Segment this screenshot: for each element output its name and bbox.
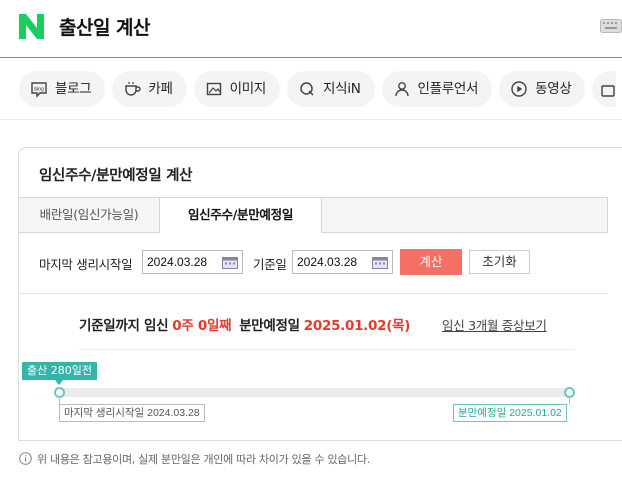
keyboard-icon[interactable] [600, 19, 622, 33]
calculate-button[interactable]: 계산 [400, 249, 462, 275]
chip-knowledge-in[interactable]: 지식iN [287, 71, 375, 107]
search-category-chips: blog 블로그 카페 이미지 지식iN 인플루언서 동영상 [19, 71, 617, 107]
form-divider [19, 293, 608, 294]
disclaimer-note: 위 내용은 참고용이며, 실제 분만일은 개인에 따라 차이가 있을 수 있습니… [19, 451, 370, 467]
lmp-date-input[interactable]: 2024.03.28 [142, 250, 243, 274]
due-date-value: 2025.01.02(목) [303, 318, 411, 334]
tab-bar-filler [321, 198, 608, 233]
due-date-calculator-card: 임신주수/분만예정일 계산 배란일(임신가능일) 임신주수/분만예정일 마지막 … [18, 147, 622, 441]
calendar-icon[interactable] [222, 256, 238, 269]
base-date-value: 2024.03.28 [297, 255, 358, 269]
play-icon [511, 81, 527, 97]
symptoms-link[interactable]: 임신 3개월 증상보기 [442, 315, 547, 334]
chip-label: 동영상 [535, 81, 572, 97]
chip-label: 이미지 [229, 81, 267, 97]
result-divider [79, 349, 574, 350]
end-tick [569, 397, 570, 405]
shopping-bag-icon [601, 85, 616, 97]
knowledge-q-icon [300, 82, 314, 96]
search-header: 출산일 계산 [0, 0, 622, 58]
page-title: 출산일 계산 [59, 17, 151, 39]
due-date-tag: 분만예정일 2025.01.02 [453, 404, 567, 422]
base-date-input[interactable]: 2024.03.28 [292, 250, 393, 274]
chip-label: 카페 [148, 81, 173, 97]
info-icon [19, 452, 32, 465]
svg-text:blog: blog [34, 87, 44, 93]
chip-influencer[interactable]: 인플루언서 [381, 71, 493, 107]
lmp-label: 마지막 생리시작일 [39, 257, 133, 272]
calculator-tabs: 배란일(임신가능일) 임신주수/분만예정일 [19, 197, 608, 233]
chip-more-partial[interactable] [592, 71, 617, 107]
calculator-title: 임신주수/분만예정일 계산 [39, 168, 193, 184]
naver-logo-icon[interactable] [19, 14, 44, 39]
chip-label: 인플루언서 [417, 81, 479, 97]
timeline-track [59, 388, 569, 397]
pregnancy-week-value: 0주 0일째 [172, 318, 232, 334]
tab-pregnancy-week[interactable]: 임신주수/분만예정일 [160, 198, 321, 233]
result-prefix: 기준일까지 임신 [79, 318, 169, 334]
person-icon [394, 82, 409, 97]
chip-video[interactable]: 동영상 [499, 71, 586, 107]
chips-divider [0, 119, 622, 120]
chip-label: 블로그 [55, 81, 92, 97]
lmp-date-value: 2024.03.28 [147, 255, 208, 269]
lmp-date-tag: 마지막 생리시작일 2024.03.28 [59, 404, 205, 422]
reset-button[interactable]: 초기화 [469, 250, 530, 274]
disclaimer-text: 위 내용은 참고용이며, 실제 분만일은 개인에 따라 차이가 있을 수 있습니… [37, 453, 370, 466]
chip-label: 지식iN [323, 81, 361, 97]
calculation-result: 기준일까지 임신 0주 0일째 분만예정일 2025.01.02(목) 임신 3… [79, 314, 547, 334]
due-date-label: 분만예정일 [239, 318, 300, 334]
tab-ovulation[interactable]: 배란일(임신가능일) [19, 198, 160, 233]
current-position-marker [55, 380, 63, 385]
calendar-icon[interactable] [372, 256, 388, 269]
cafe-cup-icon [125, 82, 142, 96]
days-to-birth-tag: 출산 280일전 [22, 362, 97, 380]
chip-image[interactable]: 이미지 [193, 71, 280, 107]
base-date-label: 기준일 [253, 257, 287, 272]
chip-cafe[interactable]: 카페 [112, 71, 187, 107]
chip-blog[interactable]: blog 블로그 [19, 71, 106, 107]
pregnancy-timeline: 출산 280일전 마지막 생리시작일 2024.03.28 분만예정일 2025… [19, 360, 608, 430]
blog-icon: blog [31, 82, 47, 98]
image-icon [206, 82, 221, 96]
